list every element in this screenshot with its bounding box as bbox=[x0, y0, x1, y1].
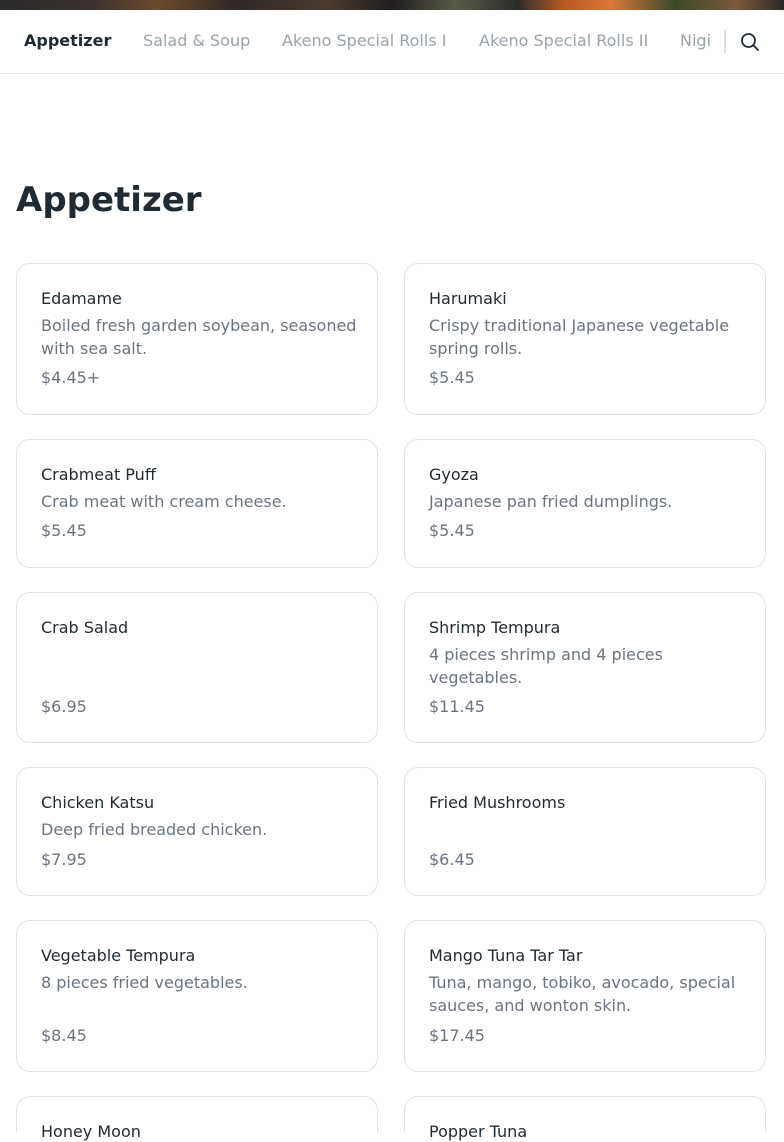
nav-divider bbox=[724, 29, 726, 53]
item-name: Mango Tuna Tar Tar bbox=[429, 946, 583, 965]
item-name: Edamame bbox=[41, 289, 122, 308]
menu-item-card[interactable]: Popper Tuna bbox=[404, 1096, 766, 1141]
menu-item-card[interactable]: Mango Tuna Tar Tar Tuna, mango, tobiko, … bbox=[404, 920, 766, 1072]
item-price: $6.95 bbox=[41, 697, 87, 716]
item-name: Chicken Katsu bbox=[41, 793, 155, 812]
menu-item-card[interactable]: Chicken Katsu Deep fried breaded chicken… bbox=[16, 767, 378, 896]
item-name: Gyoza bbox=[429, 465, 479, 484]
category-nav: Appetizer Salad & Soup Akeno Special Rol… bbox=[0, 10, 784, 74]
item-description: Japanese pan fried dumplings. bbox=[429, 492, 673, 511]
item-name: Fried Mushrooms bbox=[429, 793, 566, 812]
tab-akeno-special-rolls-2[interactable]: Akeno Special Rolls II bbox=[479, 31, 648, 51]
item-description: Boiled fresh garden soybean, seasoned wi… bbox=[41, 316, 357, 358]
tab-akeno-special-rolls-1[interactable]: Akeno Special Rolls I bbox=[282, 31, 446, 51]
item-name: Crabmeat Puff bbox=[41, 465, 156, 484]
menu-item-card[interactable]: Gyoza Japanese pan fried dumplings. $5.4… bbox=[404, 439, 766, 568]
item-price: $6.45 bbox=[429, 850, 475, 869]
search-button[interactable] bbox=[738, 30, 762, 54]
item-price: $17.45 bbox=[429, 1026, 485, 1045]
category-tabs: Appetizer Salad & Soup Akeno Special Rol… bbox=[0, 10, 716, 73]
menu-item-card[interactable]: Fried Mushrooms $6.45 bbox=[404, 767, 766, 896]
item-price: $7.95 bbox=[41, 850, 87, 869]
item-description: Crispy traditional Japanese vegetable sp… bbox=[429, 316, 730, 358]
menu-item-card[interactable]: Shrimp Tempura 4 pieces shrimp and 4 pie… bbox=[404, 592, 766, 743]
item-price: $4.45+ bbox=[41, 368, 101, 387]
item-price: $5.45 bbox=[41, 521, 87, 540]
item-name: Crab Salad bbox=[41, 618, 129, 637]
item-name: Popper Tuna bbox=[429, 1122, 528, 1141]
item-description: Crab meat with cream cheese. bbox=[41, 492, 287, 511]
item-description: 8 pieces fried vegetables. bbox=[41, 973, 248, 992]
tab-nigiri[interactable]: Nigi bbox=[680, 31, 711, 51]
menu-item-card[interactable]: Crabmeat Puff Crab meat with cream chees… bbox=[16, 439, 378, 568]
tab-appetizer[interactable]: Appetizer bbox=[24, 31, 111, 51]
section-title: Appetizer bbox=[16, 180, 202, 220]
item-price: $11.45 bbox=[429, 697, 485, 716]
menu-item-card[interactable]: Vegetable Tempura 8 pieces fried vegetab… bbox=[16, 920, 378, 1072]
menu-item-card[interactable]: Harumaki Crispy traditional Japanese veg… bbox=[404, 263, 766, 415]
item-name: Harumaki bbox=[429, 289, 507, 308]
item-description: 4 pieces shrimp and 4 pieces vegetables. bbox=[429, 645, 663, 687]
item-description: Tuna, mango, tobiko, avocado, special sa… bbox=[429, 973, 736, 1015]
item-name: Vegetable Tempura bbox=[41, 946, 196, 965]
item-description: Deep fried breaded chicken. bbox=[41, 820, 268, 839]
search-icon bbox=[741, 33, 759, 51]
item-price: $8.45 bbox=[41, 1026, 87, 1045]
menu-item-card[interactable]: Edamame Boiled fresh garden soybean, sea… bbox=[16, 263, 378, 415]
hero-image-strip bbox=[0, 0, 784, 10]
menu-item-card[interactable]: Honey Moon bbox=[16, 1096, 378, 1141]
item-price: $5.45 bbox=[429, 368, 475, 387]
item-name: Honey Moon bbox=[41, 1122, 141, 1141]
menu-item-card[interactable]: Crab Salad $6.95 bbox=[16, 592, 378, 743]
tab-salad-soup[interactable]: Salad & Soup bbox=[143, 31, 250, 51]
item-price: $5.45 bbox=[429, 521, 475, 540]
item-name: Shrimp Tempura bbox=[429, 618, 561, 637]
